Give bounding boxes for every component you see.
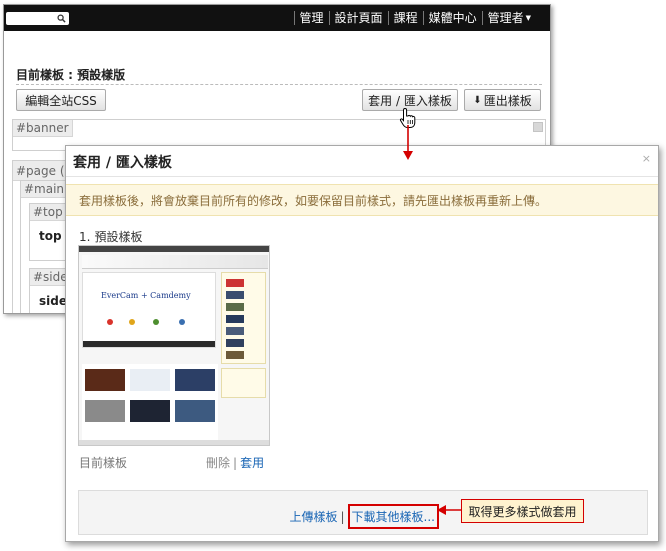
template-actions: 刪除 | 套用 (206, 454, 264, 471)
dialog-title: 套用 / 匯入樣板 (73, 155, 172, 171)
apply-import-template-dialog: 套用 / 匯入樣板 × 套用樣板後，將會放棄目前所有的修改，如要保留目前樣式，請… (65, 145, 659, 542)
thumb-sidebar-box (221, 368, 266, 398)
thumb-image (226, 327, 244, 335)
thumb-dot (129, 319, 135, 325)
template-name: 預設樣板 (94, 230, 143, 244)
nav-admin-menu[interactable]: 管理者 ▼ (481, 11, 536, 25)
thumb-sidebar (221, 272, 266, 364)
nav-admin-label: 管理者 (487, 11, 524, 25)
thumb-image (175, 400, 215, 422)
thumb-image (226, 351, 244, 359)
thumb-dot (179, 319, 185, 325)
download-more-templates-link[interactable]: 下載其他樣板... (347, 504, 439, 529)
thumb-hero-text: EverCam + Camdemy (101, 291, 191, 300)
edit-site-css-button[interactable]: 編輯全站CSS (16, 89, 106, 111)
thumb-image (226, 291, 244, 299)
thumb-image (226, 279, 244, 287)
footer-links: 上傳樣板 | 下載其他樣板... (289, 504, 439, 529)
top-nav: 管理 設計頁面 課程 媒體中心 管理者 ▼ (293, 5, 536, 31)
upload-template-link[interactable]: 上傳樣板 (289, 508, 337, 525)
current-template-title: 目前樣板 : 預設樣版 (16, 68, 126, 82)
thumb-dot (153, 319, 159, 325)
region-settings-icon[interactable] (533, 122, 543, 132)
nav-media-center[interactable]: 媒體中心 (422, 11, 482, 25)
top-navigation-bar: 管理 設計頁面 課程 媒體中心 管理者 ▼ (4, 5, 550, 31)
close-icon[interactable]: × (642, 152, 651, 165)
red-arrow-down-icon (403, 125, 413, 160)
thumb-image (226, 339, 244, 347)
thumb-hero: EverCam + Camdemy (82, 272, 216, 348)
thumb-image (85, 369, 125, 391)
divider (66, 176, 658, 177)
thumb-image (85, 400, 125, 422)
nav-manage[interactable]: 管理 (293, 11, 329, 25)
template-number: 1. (79, 230, 91, 244)
separator: | (233, 456, 238, 470)
apply-template-link[interactable]: 套用 (240, 456, 264, 470)
caret-down-icon: ▼ (525, 14, 531, 22)
divider (16, 84, 542, 85)
download-arrow-icon: ⬇ (473, 94, 482, 106)
thumb-image (226, 315, 244, 323)
thumb-image (175, 369, 215, 391)
search-icon[interactable] (57, 14, 66, 23)
thumb-footer (79, 440, 269, 445)
thumb-photo-grid (82, 364, 218, 444)
thumb-image (130, 369, 170, 391)
template-heading: 1. 預設樣板 (79, 228, 142, 245)
nav-design-page[interactable]: 設計頁面 (328, 11, 388, 25)
region-label-banner: #banner (13, 120, 73, 137)
export-template-label: 匯出樣板 (483, 93, 532, 108)
thumb-hero-bar (83, 341, 215, 347)
red-arrow-left-icon (437, 505, 463, 515)
search-input[interactable] (6, 12, 69, 25)
thumb-topbar (79, 246, 269, 252)
export-template-button[interactable]: ⬇ 匯出樣板 (464, 89, 541, 111)
thumb-image (130, 400, 170, 422)
thumb-banner (82, 255, 268, 269)
separator: | (340, 509, 345, 524)
template-preview-thumbnail[interactable]: EverCam + Camdemy (78, 245, 270, 446)
warning-message: 套用樣板後，將會放棄目前所有的修改，如要保留目前樣式，請先匯出樣板再重新上傳。 (66, 184, 658, 216)
current-template-label: 目前樣板 (79, 456, 128, 470)
thumb-dot (107, 319, 113, 325)
delete-template-link[interactable]: 刪除 (206, 456, 230, 470)
nav-courses[interactable]: 課程 (387, 11, 423, 25)
annotation-callout: 取得更多樣式做套用 (461, 499, 584, 523)
thumb-image (226, 303, 244, 311)
